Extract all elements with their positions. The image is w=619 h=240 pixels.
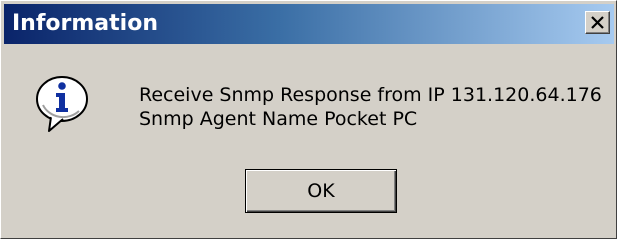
message-line-1: Receive Snmp Response from IP 131.120.64… <box>139 84 602 106</box>
dialog-title: Information <box>12 11 158 36</box>
message-line-2: Snmp Agent Name Pocket PC <box>139 108 418 130</box>
close-icon <box>591 16 604 29</box>
close-button[interactable] <box>585 11 610 34</box>
message-text: Receive Snmp Response from IP 131.120.64… <box>139 83 602 131</box>
ok-button[interactable]: OK <box>245 169 397 213</box>
information-dialog: Information Receive Snmp Response from I… <box>0 0 617 239</box>
title-bar[interactable]: Information <box>4 4 614 44</box>
information-icon <box>33 73 95 140</box>
